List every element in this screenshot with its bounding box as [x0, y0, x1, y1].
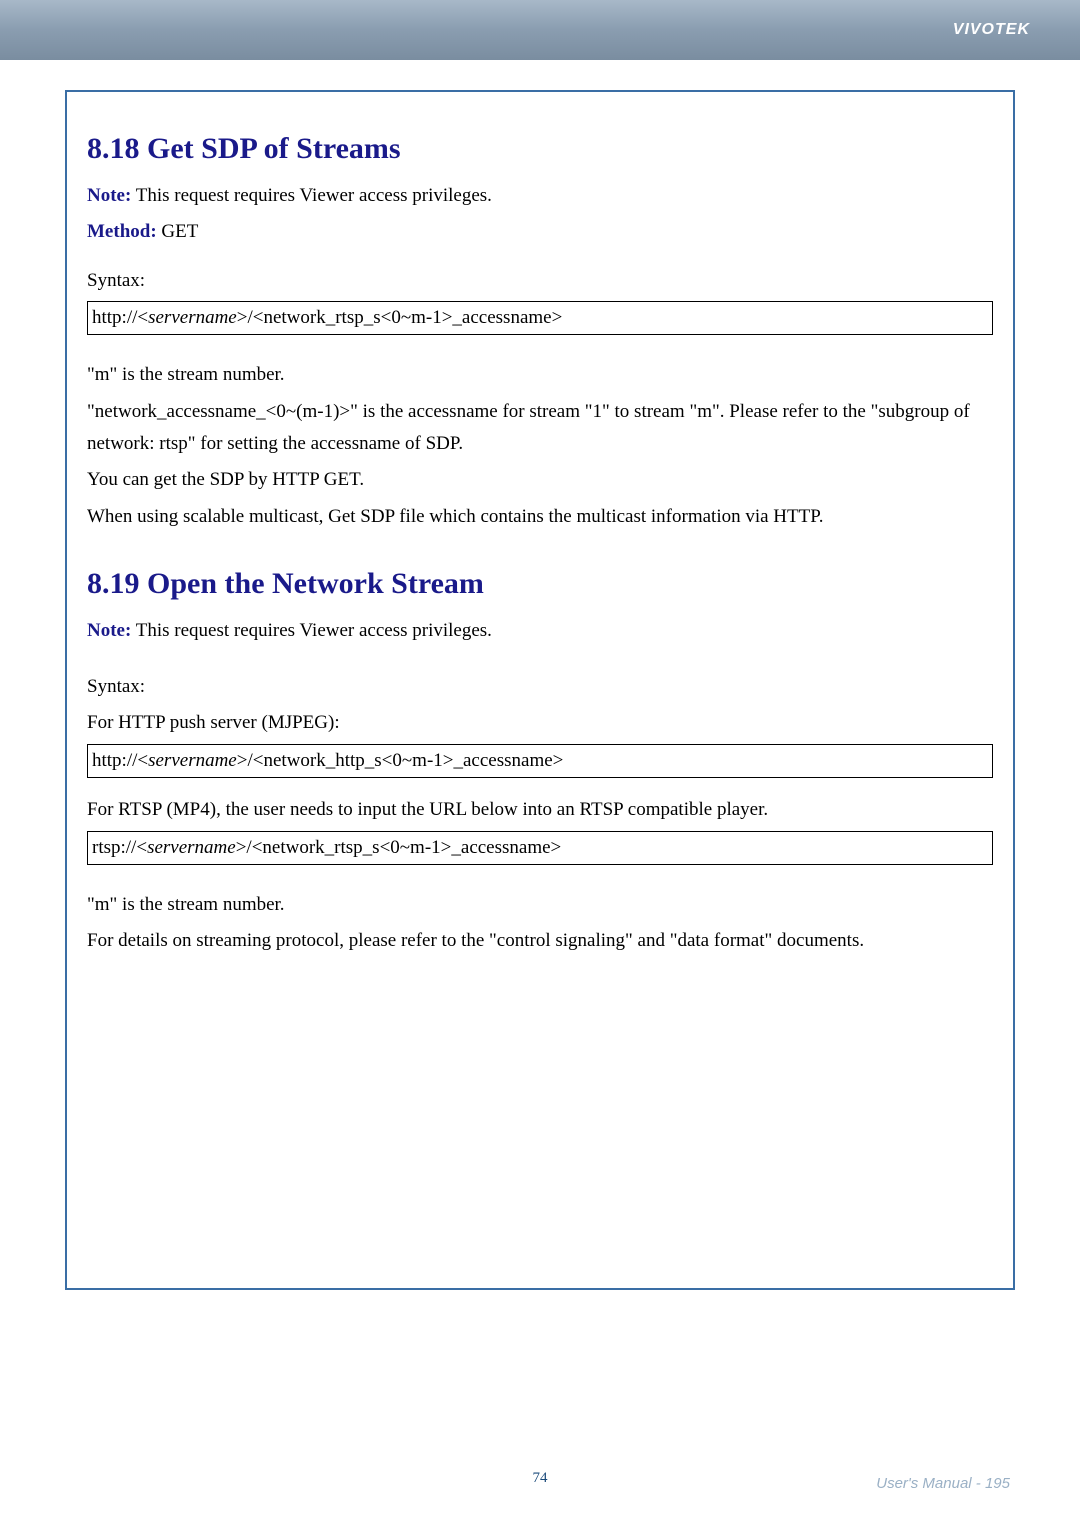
- rtsp-url-suffix: >/<network_rtsp_s<0~m-1>_accessname>: [236, 837, 562, 858]
- rtsp-desc: For RTSP (MP4), the user needs to input …: [87, 794, 993, 826]
- syntax-box-rtsp: rtsp://<servername>/<network_rtsp_s<0~m-…: [87, 831, 993, 866]
- note-line-2: Note: This request requires Viewer acces…: [87, 615, 993, 647]
- syntax-url-prefix-1: http://<: [92, 307, 148, 328]
- method-text: GET: [157, 221, 199, 242]
- rtsp-url-prefix: rtsp://<: [92, 837, 147, 858]
- section-heading-819: 8.19 Open the Network Stream: [87, 567, 993, 601]
- note-label-2: Note:: [87, 620, 131, 641]
- syntax-box-1: http://<servername>/<network_rtsp_s<0~m-…: [87, 301, 993, 336]
- desc-1-1: "m" is the stream number.: [87, 359, 993, 391]
- section-heading-818: 8.18 Get SDP of Streams: [87, 132, 993, 166]
- content-inner: 8.18 Get SDP of Streams Note: This reque…: [87, 132, 993, 958]
- syntax-box-http: http://<servername>/<network_http_s<0~m-…: [87, 744, 993, 779]
- servername-1: servername: [148, 307, 237, 328]
- page-number: 74: [533, 1470, 548, 1487]
- http-desc: For HTTP push server (MJPEG):: [87, 707, 993, 739]
- http-url-suffix: >/<network_http_s<0~m-1>_accessname>: [237, 750, 564, 771]
- note-text-1: This request requires Viewer access priv…: [131, 185, 492, 206]
- method-line: Method: GET: [87, 216, 993, 248]
- desc-2-2: For details on streaming protocol, pleas…: [87, 925, 993, 957]
- note-line-1: Note: This request requires Viewer acces…: [87, 180, 993, 212]
- method-label: Method:: [87, 221, 157, 242]
- servername-3: servername: [147, 837, 236, 858]
- note-label-1: Note:: [87, 185, 131, 206]
- syntax-label-2: Syntax:: [87, 671, 993, 703]
- footer-manual-text: User's Manual - 195: [876, 1475, 1010, 1492]
- desc-1-2: "network_accessname_<0~(m-1)>" is the ac…: [87, 396, 993, 461]
- note-text-2: This request requires Viewer access priv…: [131, 620, 492, 641]
- content-box: 8.18 Get SDP of Streams Note: This reque…: [65, 90, 1015, 1290]
- syntax-url-suffix-1: >/<network_rtsp_s<0~m-1>_accessname>: [237, 307, 563, 328]
- desc-2-1: "m" is the stream number.: [87, 889, 993, 921]
- http-url-prefix: http://<: [92, 750, 148, 771]
- content-area: 8.18 Get SDP of Streams Note: This reque…: [0, 60, 1080, 1290]
- syntax-label-1: Syntax:: [87, 265, 993, 297]
- brand-text: VIVOTEK: [953, 21, 1030, 39]
- header-bar: VIVOTEK: [0, 0, 1080, 60]
- servername-2: servername: [148, 750, 237, 771]
- desc-1-4: When using scalable multicast, Get SDP f…: [87, 501, 993, 533]
- desc-1-3: You can get the SDP by HTTP GET.: [87, 464, 993, 496]
